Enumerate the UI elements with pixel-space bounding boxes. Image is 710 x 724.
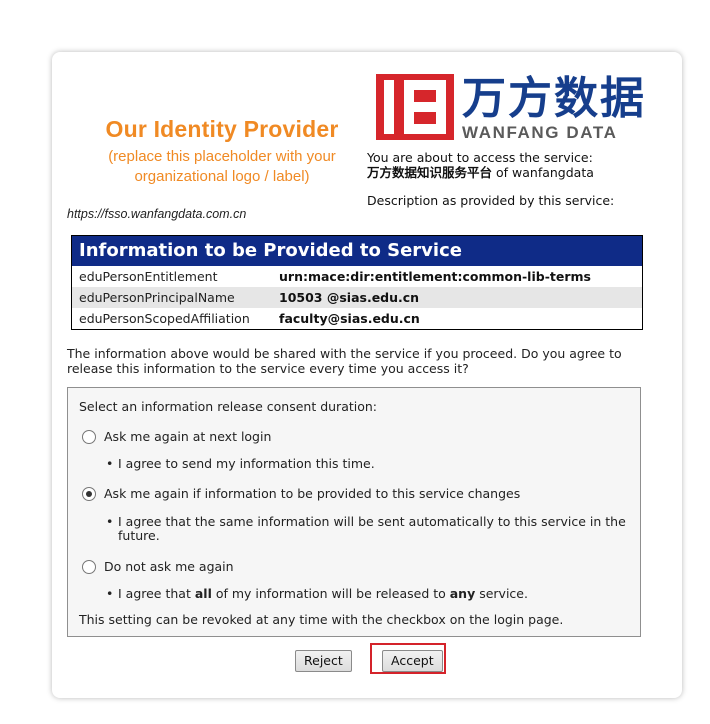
idp-logo-title: Our Identity Provider xyxy=(105,116,339,142)
list-item: • I agree to send my information this ti… xyxy=(106,456,375,471)
option-label[interactable]: Do not ask me again xyxy=(104,559,234,574)
option-bullet-text: I agree that all of my information will … xyxy=(118,586,528,601)
reject-button[interactable]: Reject xyxy=(295,650,352,672)
option-bullet-text: I agree that the same information will b… xyxy=(118,514,626,543)
idp-url: https://fsso.wanfangdata.com.cn xyxy=(67,207,247,221)
release-question: The information above would be shared wi… xyxy=(67,346,622,376)
idp-logo-subtitle-1: (replace this placeholder with your xyxy=(108,148,336,165)
option-label[interactable]: Ask me again at next login xyxy=(104,429,271,444)
table-row: eduPersonScopedAffiliation faculty@sias.… xyxy=(72,308,642,329)
idp-logo-placeholder: Our Identity Provider (replace this plac… xyxy=(88,116,356,187)
option-do-not-ask[interactable]: Do not ask me again xyxy=(82,559,234,574)
radio-ask-if-changes[interactable] xyxy=(82,486,96,501)
service-name: 万方数据知识服务平台 xyxy=(367,165,493,180)
wanfang-logo-en: WANFANG DATA xyxy=(462,123,618,142)
wanfang-logo-cn: 万方数据 xyxy=(462,73,646,124)
accept-button[interactable]: Accept xyxy=(382,650,443,672)
option-label[interactable]: Ask me again if information to be provid… xyxy=(104,486,520,501)
attribute-name: eduPersonEntitlement xyxy=(79,269,218,284)
list-item: • I agree that all of my information wil… xyxy=(106,586,528,601)
radio-ask-next-login[interactable] xyxy=(82,429,96,444)
option-bullet-text: I agree to send my information this time… xyxy=(118,456,375,471)
attribute-name: eduPersonPrincipalName xyxy=(79,290,235,305)
attribute-value: 10503 @sias.edu.cn xyxy=(279,290,420,305)
service-description-label: Description as provided by this service: xyxy=(367,193,615,208)
consent-footer-note: This setting can be revoked at any time … xyxy=(79,612,564,627)
consent-duration-box: Select an information release consent du… xyxy=(67,387,641,637)
attribute-name: eduPersonScopedAffiliation xyxy=(79,311,250,326)
consent-title: Select an information release consent du… xyxy=(79,399,378,414)
list-item: • I agree that the same information will… xyxy=(106,514,626,543)
idp-logo-subtitle-2: organizational logo / label) xyxy=(134,168,310,185)
wanfang-logo: 万方数据 WANFANG DATA xyxy=(376,73,656,142)
option-ask-next-login[interactable]: Ask me again at next login xyxy=(82,429,271,444)
service-name-line: 万方数据知识服务平台 of wanfangdata xyxy=(367,165,614,180)
wanfang-mark-icon xyxy=(376,74,454,140)
attributes-table-header: Information to be Provided to Service xyxy=(72,236,642,266)
service-intro: You are about to access the service: xyxy=(367,150,593,165)
radio-do-not-ask[interactable] xyxy=(82,559,96,574)
attribute-value: faculty@sias.edu.cn xyxy=(279,311,420,326)
attributes-table: Information to be Provided to Service ed… xyxy=(71,235,643,330)
table-row: eduPersonPrincipalName 10503 @sias.edu.c… xyxy=(72,287,642,308)
service-info: You are about to access the service: 万方数… xyxy=(367,150,614,208)
option-ask-if-changes[interactable]: Ask me again if information to be provid… xyxy=(82,486,520,501)
attribute-value: urn:mace:dir:entitlement:common-lib-term… xyxy=(279,269,591,284)
service-owner: of wanfangdata xyxy=(492,165,594,180)
table-row: eduPersonEntitlement urn:mace:dir:entitl… xyxy=(72,266,642,287)
